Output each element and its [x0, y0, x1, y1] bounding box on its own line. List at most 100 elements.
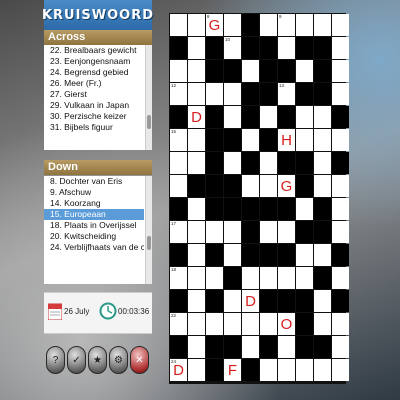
grid-cell[interactable]	[332, 175, 349, 197]
grid-cell[interactable]	[224, 290, 241, 312]
grid-cell[interactable]	[260, 14, 277, 36]
grid-cell[interactable]	[296, 14, 313, 36]
down-clue-list[interactable]: 8. Dochter van Eris 9. Afschuw 14. Koorzan…	[44, 176, 152, 284]
grid-cell[interactable]	[314, 290, 331, 312]
grid-cell[interactable]	[278, 37, 295, 59]
grid-cell[interactable]	[242, 267, 259, 289]
grid-cell[interactable]	[296, 106, 313, 128]
grid-cell[interactable]	[188, 37, 205, 59]
grid-cell[interactable]	[260, 359, 277, 381]
grid-cell[interactable]	[314, 313, 331, 335]
grid-cell[interactable]	[170, 60, 187, 82]
grid-cell[interactable]: D	[242, 290, 259, 312]
grid-cell[interactable]: D	[188, 106, 205, 128]
grid-cell[interactable]	[332, 83, 349, 105]
grid-cell[interactable]	[278, 359, 295, 381]
grid-cell[interactable]: 17	[170, 221, 187, 243]
grid-cell[interactable]	[188, 313, 205, 335]
grid-cell[interactable]	[332, 267, 349, 289]
grid-cell[interactable]	[242, 175, 259, 197]
grid-cell[interactable]	[260, 175, 277, 197]
grid-cell[interactable]	[332, 336, 349, 358]
grid-cell[interactable]	[170, 152, 187, 174]
grid-cell[interactable]	[188, 336, 205, 358]
across-clue-item[interactable]: 23. Eenjongensnaam	[44, 56, 144, 67]
grid-cell[interactable]	[332, 313, 349, 335]
grid-cell[interactable]: 9	[278, 14, 295, 36]
grid-cell[interactable]	[224, 14, 241, 36]
grid-cell[interactable]	[188, 221, 205, 243]
grid-cell[interactable]	[260, 267, 277, 289]
grid-cell[interactable]	[206, 267, 223, 289]
across-scrollbar[interactable]	[145, 45, 152, 150]
grid-cell[interactable]	[296, 60, 313, 82]
grid-cell[interactable]	[224, 244, 241, 266]
grid-cell[interactable]	[170, 14, 187, 36]
grid-cell[interactable]: 12	[170, 83, 187, 105]
grid-cell[interactable]	[332, 221, 349, 243]
grid-cell[interactable]	[188, 83, 205, 105]
grid-cell[interactable]	[224, 221, 241, 243]
across-clue-item[interactable]: 29. Vulkaan in Japan	[44, 100, 144, 111]
reveal-button[interactable]: ★	[88, 346, 107, 374]
grid-cell[interactable]	[332, 14, 349, 36]
down-clue-item[interactable]: 24. Verblijfhaats van de cotten	[44, 242, 144, 253]
settings-button[interactable]: ⚙	[109, 346, 128, 374]
across-clue-list[interactable]: 22. Brealbaars gewicht 23. Eenjongensnaam…	[44, 45, 152, 150]
grid-cell[interactable]: 16	[170, 129, 187, 151]
crossword-grid[interactable]: 8 G 9 10 12 13 D 16 H G 17 18 D 22 O 24 D F	[169, 13, 349, 384]
across-clue-item[interactable]: 30. Perzische keizer	[44, 111, 144, 122]
grid-cell[interactable]	[314, 14, 331, 36]
grid-cell[interactable]	[332, 129, 349, 151]
grid-cell[interactable]	[224, 313, 241, 335]
grid-cell[interactable]	[170, 175, 187, 197]
grid-cell[interactable]: O	[278, 313, 295, 335]
grid-cell[interactable]: 8G	[206, 14, 223, 36]
down-clue-item[interactable]: 9. Afschuw	[44, 187, 144, 198]
grid-cell[interactable]	[224, 106, 241, 128]
grid-cell[interactable]	[224, 83, 241, 105]
grid-cell[interactable]	[224, 152, 241, 174]
grid-cell[interactable]	[296, 129, 313, 151]
grid-cell[interactable]	[260, 313, 277, 335]
grid-cell[interactable]: 22	[170, 313, 187, 335]
grid-cell[interactable]	[188, 290, 205, 312]
grid-cell[interactable]	[260, 106, 277, 128]
across-clue-item[interactable]: 27. Gierst	[44, 89, 144, 100]
grid-cell[interactable]	[206, 313, 223, 335]
grid-cell[interactable]	[188, 267, 205, 289]
grid-cell[interactable]: F	[224, 359, 241, 381]
down-clue-item[interactable]: 18. Plaats in Overijssel	[44, 220, 144, 231]
grid-cell[interactable]	[314, 175, 331, 197]
grid-cell[interactable]	[242, 313, 259, 335]
grid-cell[interactable]	[242, 129, 259, 151]
grid-cell[interactable]	[260, 152, 277, 174]
across-clue-item[interactable]: 26. Meer (Fr.)	[44, 78, 144, 89]
grid-cell[interactable]	[314, 152, 331, 174]
grid-cell[interactable]: H	[278, 129, 295, 151]
grid-cell[interactable]	[314, 129, 331, 151]
grid-cell[interactable]	[188, 14, 205, 36]
grid-cell[interactable]	[206, 83, 223, 105]
across-clue-item[interactable]: 22. Brealbaars gewicht	[44, 45, 144, 56]
grid-cell[interactable]	[260, 221, 277, 243]
grid-cell[interactable]	[314, 244, 331, 266]
grid-cell[interactable]	[188, 359, 205, 381]
down-clue-item[interactable]: 20. Kwitscheiding	[44, 231, 144, 242]
down-scrollbar[interactable]	[145, 176, 152, 284]
across-clue-item[interactable]: 24. Begrensd gebied	[44, 67, 144, 78]
grid-cell[interactable]	[332, 359, 349, 381]
grid-cell[interactable]	[314, 359, 331, 381]
grid-cell[interactable]	[188, 129, 205, 151]
check-button[interactable]: ✓	[67, 346, 86, 374]
grid-cell[interactable]	[188, 198, 205, 220]
grid-cell[interactable]	[206, 221, 223, 243]
grid-cell[interactable]	[314, 106, 331, 128]
grid-cell[interactable]	[242, 336, 259, 358]
down-scroll-thumb[interactable]	[147, 236, 151, 250]
grid-cell[interactable]	[278, 336, 295, 358]
quit-button[interactable]: ✕	[130, 346, 149, 374]
grid-cell[interactable]: G	[278, 175, 295, 197]
grid-cell[interactable]: 24 D	[170, 359, 187, 381]
grid-cell[interactable]	[296, 198, 313, 220]
